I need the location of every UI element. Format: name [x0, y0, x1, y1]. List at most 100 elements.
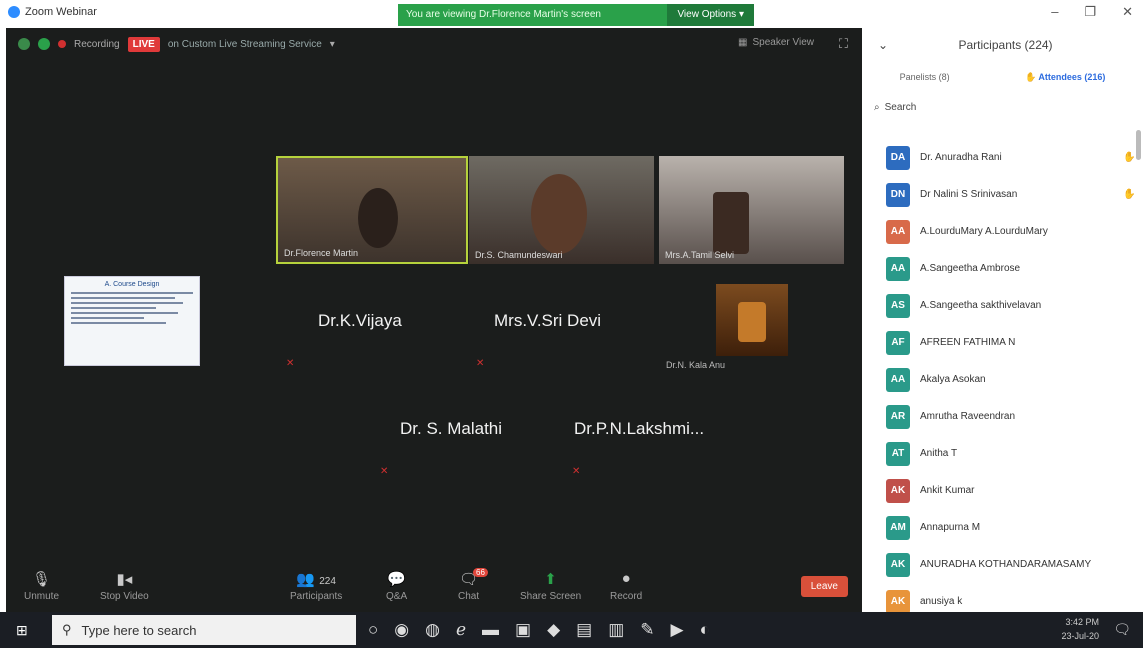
- muted-mic-icon: ✕: [286, 358, 295, 369]
- participant-row[interactable]: AS A.Sangeetha sakthivelavan: [862, 287, 1143, 324]
- system-tray-clock[interactable]: 3:42 PM 23-Jul-20: [1061, 615, 1099, 643]
- qa-button[interactable]: 💬 Q&A: [386, 570, 407, 602]
- muted-mic-icon: ✕: [380, 466, 389, 477]
- task-view-icon[interactable]: ○: [368, 620, 378, 640]
- tab-attendees-label: Attendees (216): [1038, 71, 1106, 82]
- participant-row[interactable]: AA A.LourduMary A.LourduMary: [862, 213, 1143, 250]
- video-tile-name: Dr.S. Chamundeswari: [475, 250, 563, 260]
- video-tile[interactable]: Dr.S. Chamundeswari: [469, 156, 654, 264]
- share-screen-button[interactable]: ⬆ Share Screen: [520, 570, 581, 602]
- participants-count: 224: [319, 576, 336, 587]
- stop-video-button[interactable]: ▮◂ Stop Video: [100, 570, 149, 602]
- app-icon[interactable]: ▤: [576, 620, 592, 640]
- avatar: AA: [886, 256, 910, 281]
- view-options-label: View Options: [677, 9, 737, 20]
- participant-row[interactable]: DA Dr. Anuradha Rani ✋: [862, 139, 1143, 176]
- video-tile-name: Mrs.A.Tamil Selvi: [665, 250, 735, 260]
- participant-name-tile[interactable]: Dr. S. Malathi: [400, 419, 502, 439]
- collapse-chevron-icon[interactable]: ⌄: [878, 38, 888, 52]
- slide-text-line: [71, 322, 167, 324]
- fullscreen-icon[interactable]: ⛶: [839, 36, 848, 52]
- chat-badge: 66: [473, 568, 488, 577]
- participant-row[interactable]: DN Dr Nalini S Srinivasan ✋: [862, 176, 1143, 213]
- chrome-icon[interactable]: ◍: [425, 620, 440, 640]
- participant-row[interactable]: AF AFREEN FATHIMA N: [862, 324, 1143, 361]
- meeting-top-bar: Recording LIVE on Custom Live Streaming …: [6, 28, 862, 60]
- app-icon[interactable]: ◐: [700, 620, 710, 640]
- video-tile[interactable]: Mrs.A.Tamil Selvi: [659, 156, 844, 264]
- windows-start-icon[interactable]: ⊞: [16, 622, 28, 639]
- maximize-icon[interactable]: ❐: [1084, 4, 1096, 20]
- record-dot-icon: [58, 40, 66, 48]
- leave-button[interactable]: Leave: [800, 576, 848, 597]
- participant-name: A.Sangeetha sakthivelavan: [920, 300, 1042, 311]
- info-icon[interactable]: [18, 38, 30, 50]
- participant-name-tile[interactable]: Mrs.V.Sri Devi: [494, 311, 601, 331]
- video-tile[interactable]: [716, 284, 788, 356]
- avatar: AM: [886, 515, 910, 540]
- tab-panelists[interactable]: Panelists (8): [900, 72, 950, 82]
- participant-list: DA Dr. Anuradha Rani ✋ DN Dr Nalini S Sriniv…: [862, 139, 1143, 620]
- slide-text-line: [71, 297, 175, 299]
- participant-name: Ankit Kumar: [920, 485, 975, 496]
- speaker-view-button[interactable]: ▦ Speaker View: [738, 37, 814, 48]
- shared-slide-thumbnail[interactable]: A. Course Design: [64, 276, 200, 366]
- live-badge[interactable]: LIVE: [127, 36, 160, 52]
- participant-name-tile[interactable]: Dr.K.Vijaya: [318, 311, 402, 331]
- avatar: DN: [886, 182, 910, 207]
- participant-row[interactable]: AA A.Sangeetha Ambrose: [862, 250, 1143, 287]
- chat-label: Chat: [458, 591, 480, 602]
- participant-row[interactable]: AK ANURADHA KOTHANDARAMASAMY: [862, 546, 1143, 583]
- participant-image: [713, 192, 749, 254]
- panel-header: ⌄ Participants (224): [862, 28, 1143, 62]
- avatar: AF: [886, 330, 910, 355]
- avatar: AR: [886, 404, 910, 429]
- shield-icon[interactable]: [38, 38, 50, 50]
- app-icon[interactable]: ▥: [608, 620, 624, 640]
- muted-mic-icon: ✕: [476, 358, 485, 369]
- file-explorer-icon[interactable]: ▬: [482, 620, 499, 640]
- view-options-button[interactable]: View Options ▾: [667, 4, 754, 26]
- avatar: AK: [886, 552, 910, 577]
- chevron-down-icon[interactable]: ▾: [330, 39, 335, 50]
- stream-label[interactable]: on Custom Live Streaming Service: [168, 39, 322, 50]
- participant-image: [358, 188, 398, 248]
- taskbar-search[interactable]: ⚲ Type here to search: [52, 615, 356, 645]
- slide-text-line: [71, 312, 179, 314]
- clock-time: 3:42 PM: [1065, 617, 1099, 627]
- participant-row[interactable]: AA Akalya Asokan: [862, 361, 1143, 398]
- slide-title: A. Course Design: [104, 281, 160, 288]
- muted-mic-icon: ✕: [572, 466, 581, 477]
- unmute-button[interactable]: 🎙 Unmute: [24, 570, 59, 602]
- slide-text-line: [71, 292, 193, 294]
- participant-row[interactable]: AM Annapurna M: [862, 509, 1143, 546]
- app-icon[interactable]: ✎: [640, 620, 654, 640]
- participant-name-tile[interactable]: Dr.P.N.Lakshmi...: [574, 419, 704, 439]
- chat-button[interactable]: 🗨 66 Chat: [458, 568, 488, 602]
- avatar: AT: [886, 441, 910, 466]
- firefox-icon[interactable]: ◉: [394, 620, 409, 640]
- edge-icon[interactable]: ℯ: [456, 620, 466, 640]
- tab-attendees[interactable]: ✋ Attendees (216): [1025, 72, 1105, 83]
- notification-icon[interactable]: 🗨: [1113, 621, 1131, 638]
- participant-search[interactable]: ⌕ Search: [870, 96, 1135, 118]
- zoom-taskbar-icon[interactable]: ▶: [671, 620, 684, 640]
- participant-row[interactable]: AR Amrutha Raveendran: [862, 398, 1143, 435]
- record-button[interactable]: ● Record: [610, 570, 642, 602]
- minimize-icon[interactable]: –: [1051, 4, 1058, 20]
- participants-button[interactable]: 👥 224 Participants: [290, 570, 342, 602]
- participant-name: Amrutha Raveendran: [920, 411, 1016, 422]
- participant-row[interactable]: AK Ankit Kumar: [862, 472, 1143, 509]
- qa-label: Q&A: [386, 591, 408, 602]
- app-icon[interactable]: ◆: [547, 620, 560, 640]
- chat-icon: 🗨 66: [459, 568, 488, 588]
- meeting-view: Recording LIVE on Custom Live Streaming …: [6, 28, 862, 612]
- app-icon[interactable]: ▣: [515, 620, 531, 640]
- participant-name: A.Sangeetha Ambrose: [920, 263, 1021, 274]
- participants-label: Participants: [290, 591, 343, 602]
- participant-row[interactable]: AT Anitha T: [862, 435, 1143, 472]
- video-tile[interactable]: Dr.Florence Martin: [276, 156, 468, 264]
- close-icon[interactable]: ✕: [1122, 4, 1133, 20]
- avatar: DA: [886, 145, 910, 170]
- video-tile-name: Dr.Florence Martin: [284, 248, 359, 258]
